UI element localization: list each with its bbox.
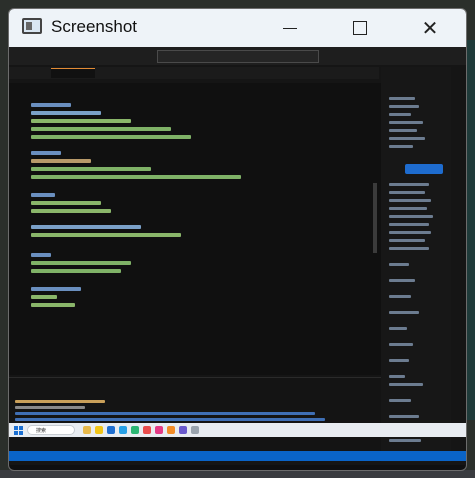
tree-item [389,359,409,362]
code-line [31,127,171,131]
tree-item [389,183,429,186]
app-window-icon [22,18,42,34]
tree-item [389,343,413,346]
editor-tab-active [51,68,95,78]
terminal-line [15,412,315,415]
taskbar-search: 搜索 [27,425,75,435]
code-line [31,175,241,179]
code-line [31,167,151,171]
terminal-line [15,406,85,409]
tree-item [389,121,423,124]
tree-item [389,191,425,194]
tree-item [389,383,423,386]
tree-item [389,223,429,226]
taskbar-app-icon [179,426,187,434]
tree-item [389,231,431,234]
code-line [31,269,121,273]
tree-item [389,311,419,314]
taskbar-in-screenshot: 搜索 [9,423,466,437]
ide-screenshot [9,47,466,465]
code-line [31,151,61,155]
code-line [31,119,131,123]
code-line [31,287,81,291]
tree-item [389,199,431,202]
maximize-button[interactable] [325,9,395,47]
code-line [31,201,101,205]
tree-item [389,415,419,418]
code-line [31,295,57,299]
terminal-line [15,418,325,421]
tree-item [389,279,415,282]
code-line [31,233,181,237]
terminal-line [15,400,105,403]
code-line [31,303,75,307]
tree-item [389,129,417,132]
ide-menubar [9,47,466,65]
editor-tab [13,68,49,78]
tree-item [389,215,433,218]
code-line [31,159,91,163]
title-bar[interactable]: Screenshot ✕ [9,9,466,47]
terminal-panel [9,377,381,452]
taskbar-app-icon [143,426,151,434]
line-gutter [9,83,27,375]
taskbar-app-icon [119,426,127,434]
editor-tabbar [9,67,379,79]
close-button[interactable]: ✕ [395,9,465,47]
minimize-button[interactable] [255,9,325,47]
tree-item [389,263,409,266]
tree-item [389,327,407,330]
start-icon [14,426,23,435]
code-line [31,193,55,197]
code-line [31,253,51,257]
code-line [31,209,111,213]
code-line [31,261,131,265]
code-line [31,103,71,107]
maximize-icon [353,21,367,35]
taskbar-app-icon [131,426,139,434]
code-line [31,225,141,229]
tree-item-highlight [405,164,443,174]
editor-tab [97,68,149,78]
taskbar-app-icon [95,426,103,434]
file-explorer [381,67,451,462]
editor-scrollbar [373,183,377,253]
taskbar-app-icon [191,426,199,434]
taskbar-app-icon [155,426,163,434]
minimize-icon [283,27,297,29]
tree-item [389,145,413,148]
window-title: Screenshot [51,17,137,36]
code-line [31,111,101,115]
desktop-bottom [0,470,475,478]
screenshot-window: Screenshot ✕ 搜索 [8,8,467,471]
taskbar-app-icon [167,426,175,434]
tree-item [389,295,411,298]
taskbar-app-icon [107,426,115,434]
tree-item [389,239,425,242]
code-editor [9,83,381,375]
tree-item [389,207,427,210]
status-bar [9,451,466,461]
tree-item [389,105,419,108]
tree-item [389,399,411,402]
editor-tab [151,68,209,78]
tree-item [389,247,429,250]
tree-item [389,113,411,116]
command-center [157,50,319,63]
taskbar-app-icon [83,426,91,434]
editor-tab [211,68,251,78]
tree-item [389,137,425,140]
close-icon: ✕ [421,16,439,40]
tree-item [389,97,415,100]
tree-item [389,439,421,442]
code-line [31,135,191,139]
tree-item [389,375,405,378]
